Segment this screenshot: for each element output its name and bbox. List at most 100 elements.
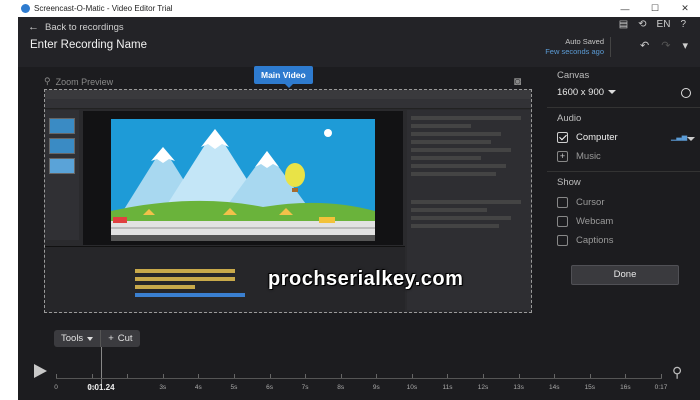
back-to-recordings-link[interactable]: ← Back to recordings (28, 21, 124, 33)
captions-checkbox[interactable] (557, 235, 568, 246)
back-label: Back to recordings (45, 21, 124, 33)
language-selector[interactable]: EN (657, 19, 671, 30)
camera-icon[interactable]: ◙ (514, 74, 521, 88)
property-row (411, 124, 471, 128)
timeline-track (135, 285, 195, 289)
header-divider (610, 37, 611, 57)
timeline-tick (411, 374, 413, 378)
undo-icon[interactable]: ↶ (640, 39, 649, 52)
property-row (411, 224, 499, 228)
recording-name-field[interactable]: Enter Recording Name (30, 39, 147, 51)
editor-window: Screencast-O-Matic - Video Editor Trial … (18, 0, 700, 400)
computer-audio-option[interactable]: Computer (557, 132, 618, 143)
title-bar: Screencast-O-Matic - Video Editor Trial … (18, 0, 700, 17)
timeline-track (135, 269, 235, 273)
timeline-tick (305, 374, 307, 378)
timeline-tick-label: 15s (584, 384, 596, 391)
music-label: Music (576, 151, 601, 162)
search-icon[interactable]: ⚲ (672, 364, 682, 381)
settings-panel: Canvas 1600 x 900 Audio Computer ▁▃▅ + M… (547, 67, 700, 297)
timeline-tick (625, 374, 627, 378)
section-divider (547, 107, 700, 108)
timeline-tick (127, 374, 129, 378)
computer-audio-checkbox[interactable] (557, 132, 568, 143)
arrow-left-icon: ← (28, 21, 39, 33)
property-row (411, 116, 521, 120)
webcam-option[interactable]: Webcam (557, 216, 613, 227)
save-status-label: Auto Saved (565, 37, 604, 46)
cursor-option[interactable]: Cursor (557, 197, 605, 208)
cut-button[interactable]: + Cut (100, 330, 139, 347)
timeline-tick-label: 14s (548, 384, 560, 391)
header-icons: ▤ ⟲ EN ? (619, 19, 686, 30)
zoom-preview-label: Zoom Preview (55, 76, 114, 87)
scene-thumbnail (49, 118, 75, 134)
timeline-tick-label: 5s (230, 384, 238, 391)
minimize-button[interactable]: — (610, 4, 640, 14)
webcam-label: Webcam (576, 216, 614, 227)
cut-label: Cut (117, 333, 133, 344)
preview-scene-list (45, 110, 79, 240)
timeline-tick-label: 6s (266, 384, 273, 391)
property-row (411, 164, 506, 168)
play-icon[interactable] (34, 364, 47, 378)
chevron-down-icon[interactable] (687, 137, 695, 141)
main-video-label[interactable]: Main Video (254, 66, 313, 88)
redo-icon[interactable]: ↷ (661, 39, 670, 52)
timeline-tick-label: 9s (372, 384, 380, 391)
property-row (411, 172, 496, 176)
timeline-tick-label: 0:17 (654, 384, 668, 391)
computer-audio-label: Computer (576, 132, 618, 143)
playhead[interactable] (101, 347, 102, 385)
tools-dropdown[interactable]: Tools (54, 330, 100, 347)
maximize-button[interactable]: ☐ (640, 3, 670, 14)
timeline-ruler[interactable] (56, 378, 662, 379)
tools-bar: Tools + Cut (54, 330, 140, 347)
overlay-icon[interactable]: ▤ (619, 19, 628, 30)
timeline-tick (340, 374, 342, 378)
timeline-tick (162, 374, 164, 378)
captions-option[interactable]: Captions (557, 235, 614, 246)
property-row (411, 208, 487, 212)
timeline-tick-label: 10s (406, 384, 418, 391)
chevron-down-icon[interactable]: ▾ (682, 39, 688, 52)
canvas-color-button[interactable] (681, 88, 691, 98)
timeline-track (135, 277, 235, 281)
timeline-tick-label: 8s (337, 384, 345, 391)
timeline-tick-label: 11s (442, 384, 453, 391)
zoom-preview-button[interactable]: ⚲ Zoom Preview (44, 76, 113, 87)
timeline-tick-label: 16s (620, 384, 631, 391)
audio-level-icon: ▁▃▅ (671, 134, 688, 141)
section-divider (547, 171, 700, 172)
music-option[interactable]: + Music (557, 151, 601, 162)
save-status: Auto Saved Few seconds ago (545, 37, 604, 57)
timeline-tick-label: 4s (194, 384, 202, 391)
help-icon[interactable]: ? (680, 19, 686, 30)
watermark-text: prochserialkey.com (268, 268, 464, 290)
timeline-tick-label: 13s (513, 384, 524, 391)
timeline-tick (518, 374, 520, 378)
timeline-tick (661, 374, 662, 378)
property-row (411, 156, 481, 160)
add-music-icon[interactable]: + (557, 151, 568, 162)
cursor-checkbox[interactable] (557, 197, 568, 208)
preview-stage (83, 111, 403, 245)
timeline-tick-label: 12s (477, 384, 489, 391)
history-icon[interactable]: ⟲ (638, 19, 646, 30)
current-time: 0:01.24 (87, 383, 115, 392)
landscape-illustration (111, 119, 375, 241)
canvas-size-value: 1600 x 900 (557, 87, 605, 98)
window-title: Screencast-O-Matic - Video Editor Trial (34, 4, 173, 13)
search-icon: ⚲ (44, 76, 51, 86)
plus-icon: + (108, 333, 114, 344)
scene-thumbnail (49, 138, 75, 154)
canvas-size-dropdown[interactable]: 1600 x 900 (557, 87, 617, 98)
property-row (411, 216, 511, 220)
timeline-tick (376, 374, 378, 378)
property-row (411, 132, 501, 136)
timeline-tick (554, 374, 556, 378)
webcam-checkbox[interactable] (557, 216, 568, 227)
done-button[interactable]: Done (571, 265, 679, 285)
timeline-tick (269, 374, 271, 378)
close-button[interactable]: ✕ (670, 3, 700, 14)
